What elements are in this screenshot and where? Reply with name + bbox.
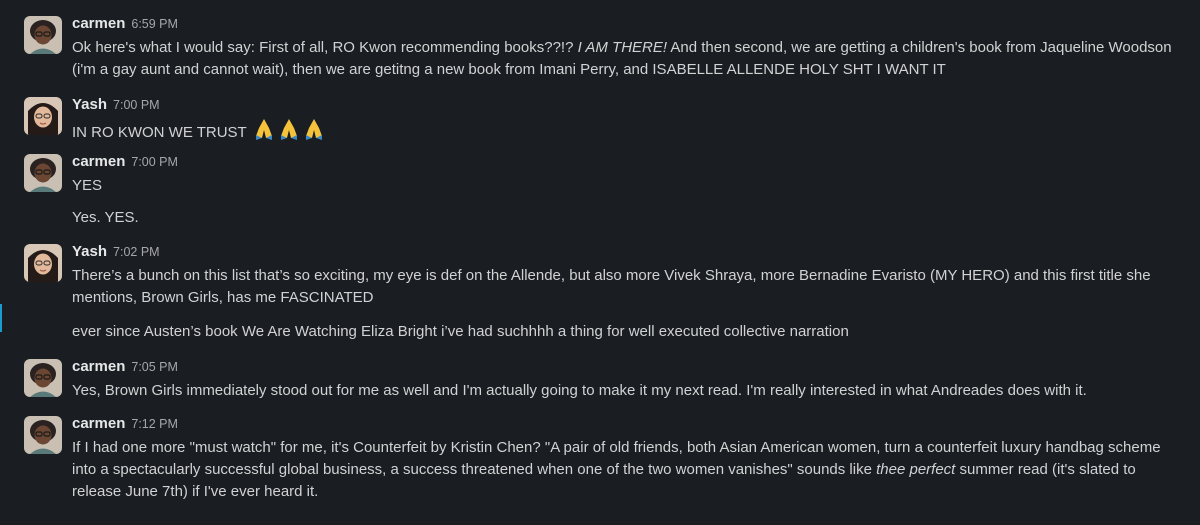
message-text: Ok here's what I would say: First of all… (72, 37, 1182, 81)
timestamp[interactable]: 7:12 PM (131, 417, 178, 431)
timestamp[interactable]: 7:00 PM (113, 98, 160, 112)
timestamp[interactable]: 7:00 PM (131, 155, 178, 169)
author-name[interactable]: carmen (72, 415, 125, 432)
avatar[interactable] (24, 154, 62, 192)
message-text-emphasis: thee perfect (876, 461, 956, 478)
message-text: If I had one more "must watch" for me, i… (72, 437, 1182, 503)
avatar[interactable] (24, 16, 62, 54)
message-text-emphasis: I AM THERE! (577, 39, 668, 56)
author-name[interactable]: Yash (72, 96, 107, 113)
message-text: IN RO KWON WE TRUST (72, 118, 1182, 147)
avatar[interactable] (24, 359, 62, 397)
avatar[interactable] (24, 416, 62, 454)
folded-hands-icon (253, 118, 327, 147)
message-feed: carmen 6:59 PM Ok here's what I would say… (0, 0, 1200, 525)
author-name[interactable]: carmen (72, 15, 125, 32)
author-name[interactable]: Yash (72, 243, 107, 260)
unread-marker (0, 304, 2, 332)
message-text: ever since Austen’s book We Are Watching… (72, 323, 849, 340)
author-name[interactable]: carmen (72, 358, 125, 375)
timestamp[interactable]: 7:05 PM (131, 360, 178, 374)
timestamp[interactable]: 6:59 PM (131, 17, 178, 31)
avatar[interactable] (24, 97, 62, 135)
avatar[interactable] (24, 244, 62, 282)
message-text: Yes. YES. (72, 209, 139, 226)
message-text-part: IN RO KWON WE TRUST (72, 124, 247, 141)
message-text-part: Ok here's what I would say: First of all… (72, 39, 578, 56)
author-name[interactable]: carmen (72, 153, 125, 170)
message-text: Yes, Brown Girls immediately stood out f… (72, 382, 1087, 399)
timestamp[interactable]: 7:02 PM (113, 245, 160, 259)
message-text: There’s a bunch on this list that’s so e… (72, 267, 1151, 306)
message-text: YES (72, 177, 103, 194)
